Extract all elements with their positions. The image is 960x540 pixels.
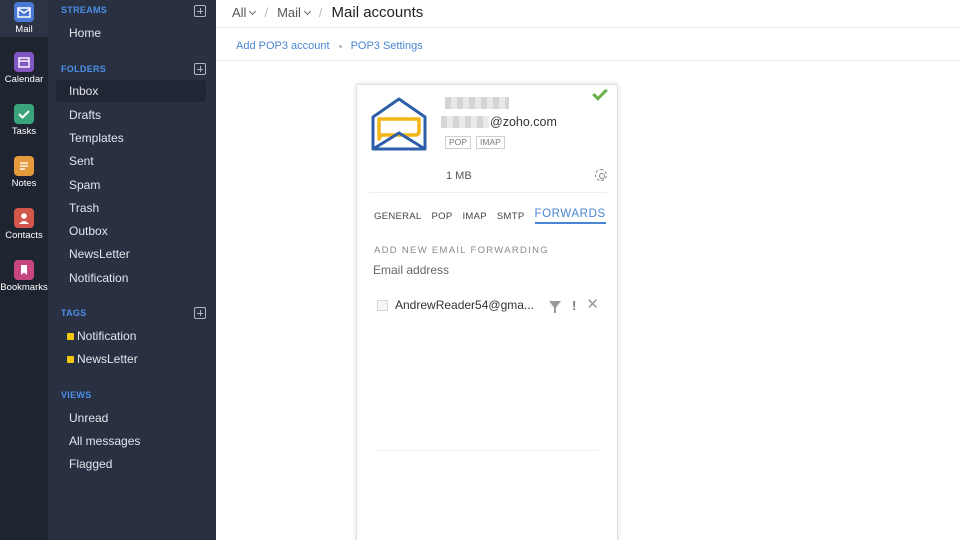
- mail-icon: [14, 2, 34, 22]
- breadcrumb-all[interactable]: All: [232, 5, 257, 20]
- folder-item-notification[interactable]: Notification: [56, 267, 206, 289]
- breadcrumb-separator: /: [264, 4, 269, 20]
- add-folder-icon[interactable]: [194, 63, 206, 75]
- divider: [374, 450, 599, 451]
- zoho-mail-envelope-icon: [369, 95, 429, 153]
- view-item-unread[interactable]: Unread: [56, 407, 206, 429]
- account-email-domain: @zoho.com: [490, 115, 557, 129]
- forwarding-entry: AndrewReader54@gma... ! ✕: [377, 297, 599, 313]
- notes-icon: [14, 156, 34, 176]
- pop-badge: POP: [445, 136, 471, 149]
- view-item-flagged[interactable]: Flagged: [56, 453, 206, 475]
- add-stream-icon[interactable]: [194, 5, 206, 17]
- section-heading-streams: STREAMS: [61, 5, 108, 15]
- rail-label-tasks: Tasks: [11, 126, 37, 137]
- breadcrumb-separator: /: [318, 4, 323, 20]
- account-tabs: GENERAL POP IMAP SMTP FORWARDS: [374, 208, 616, 224]
- tag-label: NewsLetter: [77, 352, 138, 366]
- tab-imap[interactable]: IMAP: [462, 211, 486, 224]
- rail-label-calendar: Calendar: [4, 74, 44, 85]
- forwarding-email-input[interactable]: [373, 261, 603, 279]
- exclamation-icon[interactable]: !: [572, 298, 576, 313]
- forwarding-entry-checkbox[interactable]: [377, 299, 388, 311]
- tab-general[interactable]: GENERAL: [374, 211, 422, 224]
- rail-item-notes[interactable]: Notes: [0, 156, 48, 189]
- add-pop3-account-link[interactable]: Add POP3 account: [236, 40, 330, 52]
- tag-item-notification[interactable]: Notification: [56, 325, 206, 347]
- rail-item-contacts[interactable]: Contacts: [0, 208, 48, 241]
- app-rail: Mail Calendar Tasks Notes Contacts Bookm…: [0, 0, 48, 540]
- section-heading-tags: TAGS: [61, 308, 87, 318]
- close-icon[interactable]: ✕: [586, 297, 599, 312]
- tab-smtp[interactable]: SMTP: [497, 211, 525, 224]
- folder-item-inbox[interactable]: Inbox: [56, 80, 206, 102]
- sub-navigation: Add POP3 account POP3 Settings: [236, 40, 423, 52]
- divider: [369, 192, 607, 193]
- tag-label: Notification: [77, 329, 137, 343]
- add-tag-icon[interactable]: [194, 307, 206, 319]
- pop3-settings-link[interactable]: POP3 Settings: [351, 40, 423, 52]
- gear-icon[interactable]: [595, 169, 607, 181]
- contacts-icon: [14, 208, 34, 228]
- calendar-icon: [14, 52, 34, 72]
- rail-item-mail[interactable]: Mail: [0, 0, 48, 37]
- chevron-down-icon: [303, 7, 311, 15]
- folder-item-templates[interactable]: Templates: [56, 127, 206, 149]
- page-title: Mail accounts: [331, 3, 424, 21]
- main-content: All / Mail / Mail accounts Add POP3 acco…: [216, 0, 960, 540]
- storage-size: 1 MB: [446, 170, 472, 182]
- tag-color-icon: [67, 333, 74, 340]
- account-name-redacted: [445, 97, 509, 109]
- folder-item-newsletter[interactable]: NewsLetter: [56, 243, 206, 265]
- folder-item-drafts[interactable]: Drafts: [56, 104, 206, 126]
- breadcrumb-mail[interactable]: Mail: [277, 5, 311, 20]
- tag-item-newsletter[interactable]: NewsLetter: [56, 348, 206, 370]
- folder-item-trash[interactable]: Trash: [56, 197, 206, 219]
- section-heading-folders: FOLDERS: [61, 64, 107, 74]
- rail-item-calendar[interactable]: Calendar: [0, 52, 48, 85]
- verified-check-icon: [592, 85, 608, 101]
- breadcrumb: All / Mail / Mail accounts: [232, 2, 423, 22]
- rail-item-bookmarks[interactable]: Bookmarks: [0, 260, 48, 293]
- rail-label-mail: Mail: [15, 24, 33, 35]
- rail-label-contacts: Contacts: [5, 230, 43, 241]
- folder-item-spam[interactable]: Spam: [56, 174, 206, 196]
- divider: [216, 60, 960, 61]
- section-heading-views: VIEWS: [61, 390, 92, 400]
- account-user-redacted: [441, 116, 489, 128]
- folder-item-outbox[interactable]: Outbox: [56, 220, 206, 242]
- pane-item-home[interactable]: Home: [56, 22, 206, 44]
- tab-forwards[interactable]: FORWARDS: [534, 208, 606, 224]
- imap-badge: IMAP: [476, 136, 505, 149]
- tag-color-icon: [67, 356, 74, 363]
- separator-dot: [338, 44, 342, 48]
- tab-pop[interactable]: POP: [432, 211, 453, 224]
- rail-item-tasks[interactable]: Tasks: [0, 104, 48, 137]
- forwarding-heading: ADD NEW EMAIL FORWARDING: [374, 245, 549, 256]
- folder-item-sent[interactable]: Sent: [56, 150, 206, 172]
- folder-pane: STREAMS Home FOLDERS Inbox Drafts Templa…: [48, 0, 216, 540]
- filter-icon[interactable]: [549, 301, 561, 313]
- account-card: @zoho.com POP IMAP 1 MB GENERAL POP IMAP…: [356, 84, 618, 540]
- view-item-all-messages[interactable]: All messages: [56, 430, 206, 452]
- tasks-icon: [14, 104, 34, 124]
- bookmarks-icon: [14, 260, 34, 280]
- rail-label-notes: Notes: [11, 178, 37, 189]
- divider: [216, 27, 960, 28]
- rail-label-bookmarks: Bookmarks: [0, 282, 48, 293]
- chevron-down-icon: [249, 7, 257, 15]
- forwarding-entry-email: AndrewReader54@gma...: [395, 298, 534, 312]
